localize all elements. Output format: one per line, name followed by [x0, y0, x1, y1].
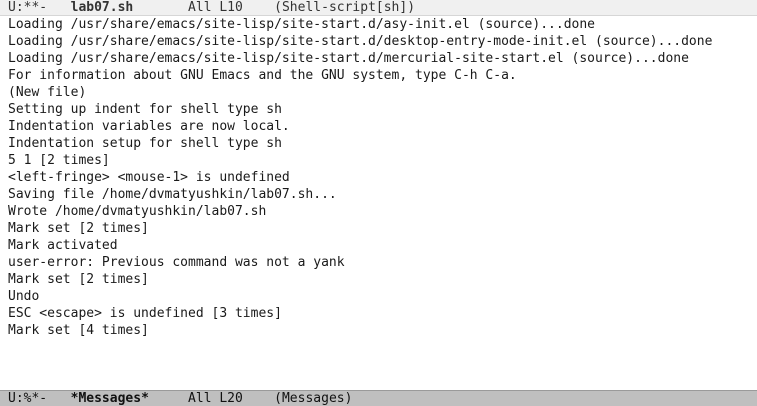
message-line: user-error: Previous command was not a y…	[8, 255, 345, 270]
buffer-position: All L20	[188, 391, 243, 406]
bottom-mode-line[interactable]: U:%*- *Messages* All L20 (Messages)	[0, 390, 757, 406]
major-mode[interactable]: (Messages)	[274, 391, 352, 406]
message-line: Indentation variables are now local.	[8, 119, 290, 134]
buffer-status: U:%*-	[8, 391, 48, 406]
message-line: Mark set [2 times]	[8, 221, 149, 236]
message-line: For information about GNU Emacs and the …	[8, 68, 517, 83]
buffer-name[interactable]: lab07.sh	[71, 0, 134, 15]
message-line: Loading /usr/share/emacs/site-lisp/site-…	[8, 51, 689, 66]
message-line: Loading /usr/share/emacs/site-lisp/site-…	[8, 34, 713, 49]
message-line: Loading /usr/share/emacs/site-lisp/site-…	[8, 17, 595, 32]
major-mode[interactable]: (Shell-script[sh])	[274, 0, 415, 15]
message-line: Setting up indent for shell type sh	[8, 102, 282, 117]
message-line: Indentation setup for shell type sh	[8, 136, 282, 151]
message-line: Mark activated	[8, 238, 118, 253]
message-line: Mark set [2 times]	[8, 272, 149, 287]
message-line: Undo	[8, 289, 40, 304]
top-mode-line[interactable]: U:**- lab07.sh All L10 (Shell-script[sh]…	[0, 0, 757, 16]
message-line: (New file)	[8, 85, 87, 100]
message-line: ESC <escape> is undefined [3 times]	[8, 306, 282, 321]
buffer-name[interactable]: *Messages*	[71, 391, 149, 406]
message-line: <left-fringe> <mouse-1> is undefined	[8, 170, 290, 185]
message-line: 5 1 [2 times]	[8, 153, 110, 168]
message-line: Mark set [4 times]	[8, 323, 149, 338]
buffer-status: U:**-	[8, 0, 48, 15]
buffer-position: All L10	[188, 0, 243, 15]
messages-buffer-text[interactable]: Loading /usr/share/emacs/site-lisp/site-…	[8, 16, 757, 390]
message-line: Wrote /home/dvmatyushkin/lab07.sh	[8, 204, 267, 219]
message-line: Saving file /home/dvmatyushkin/lab07.sh.…	[8, 187, 337, 202]
